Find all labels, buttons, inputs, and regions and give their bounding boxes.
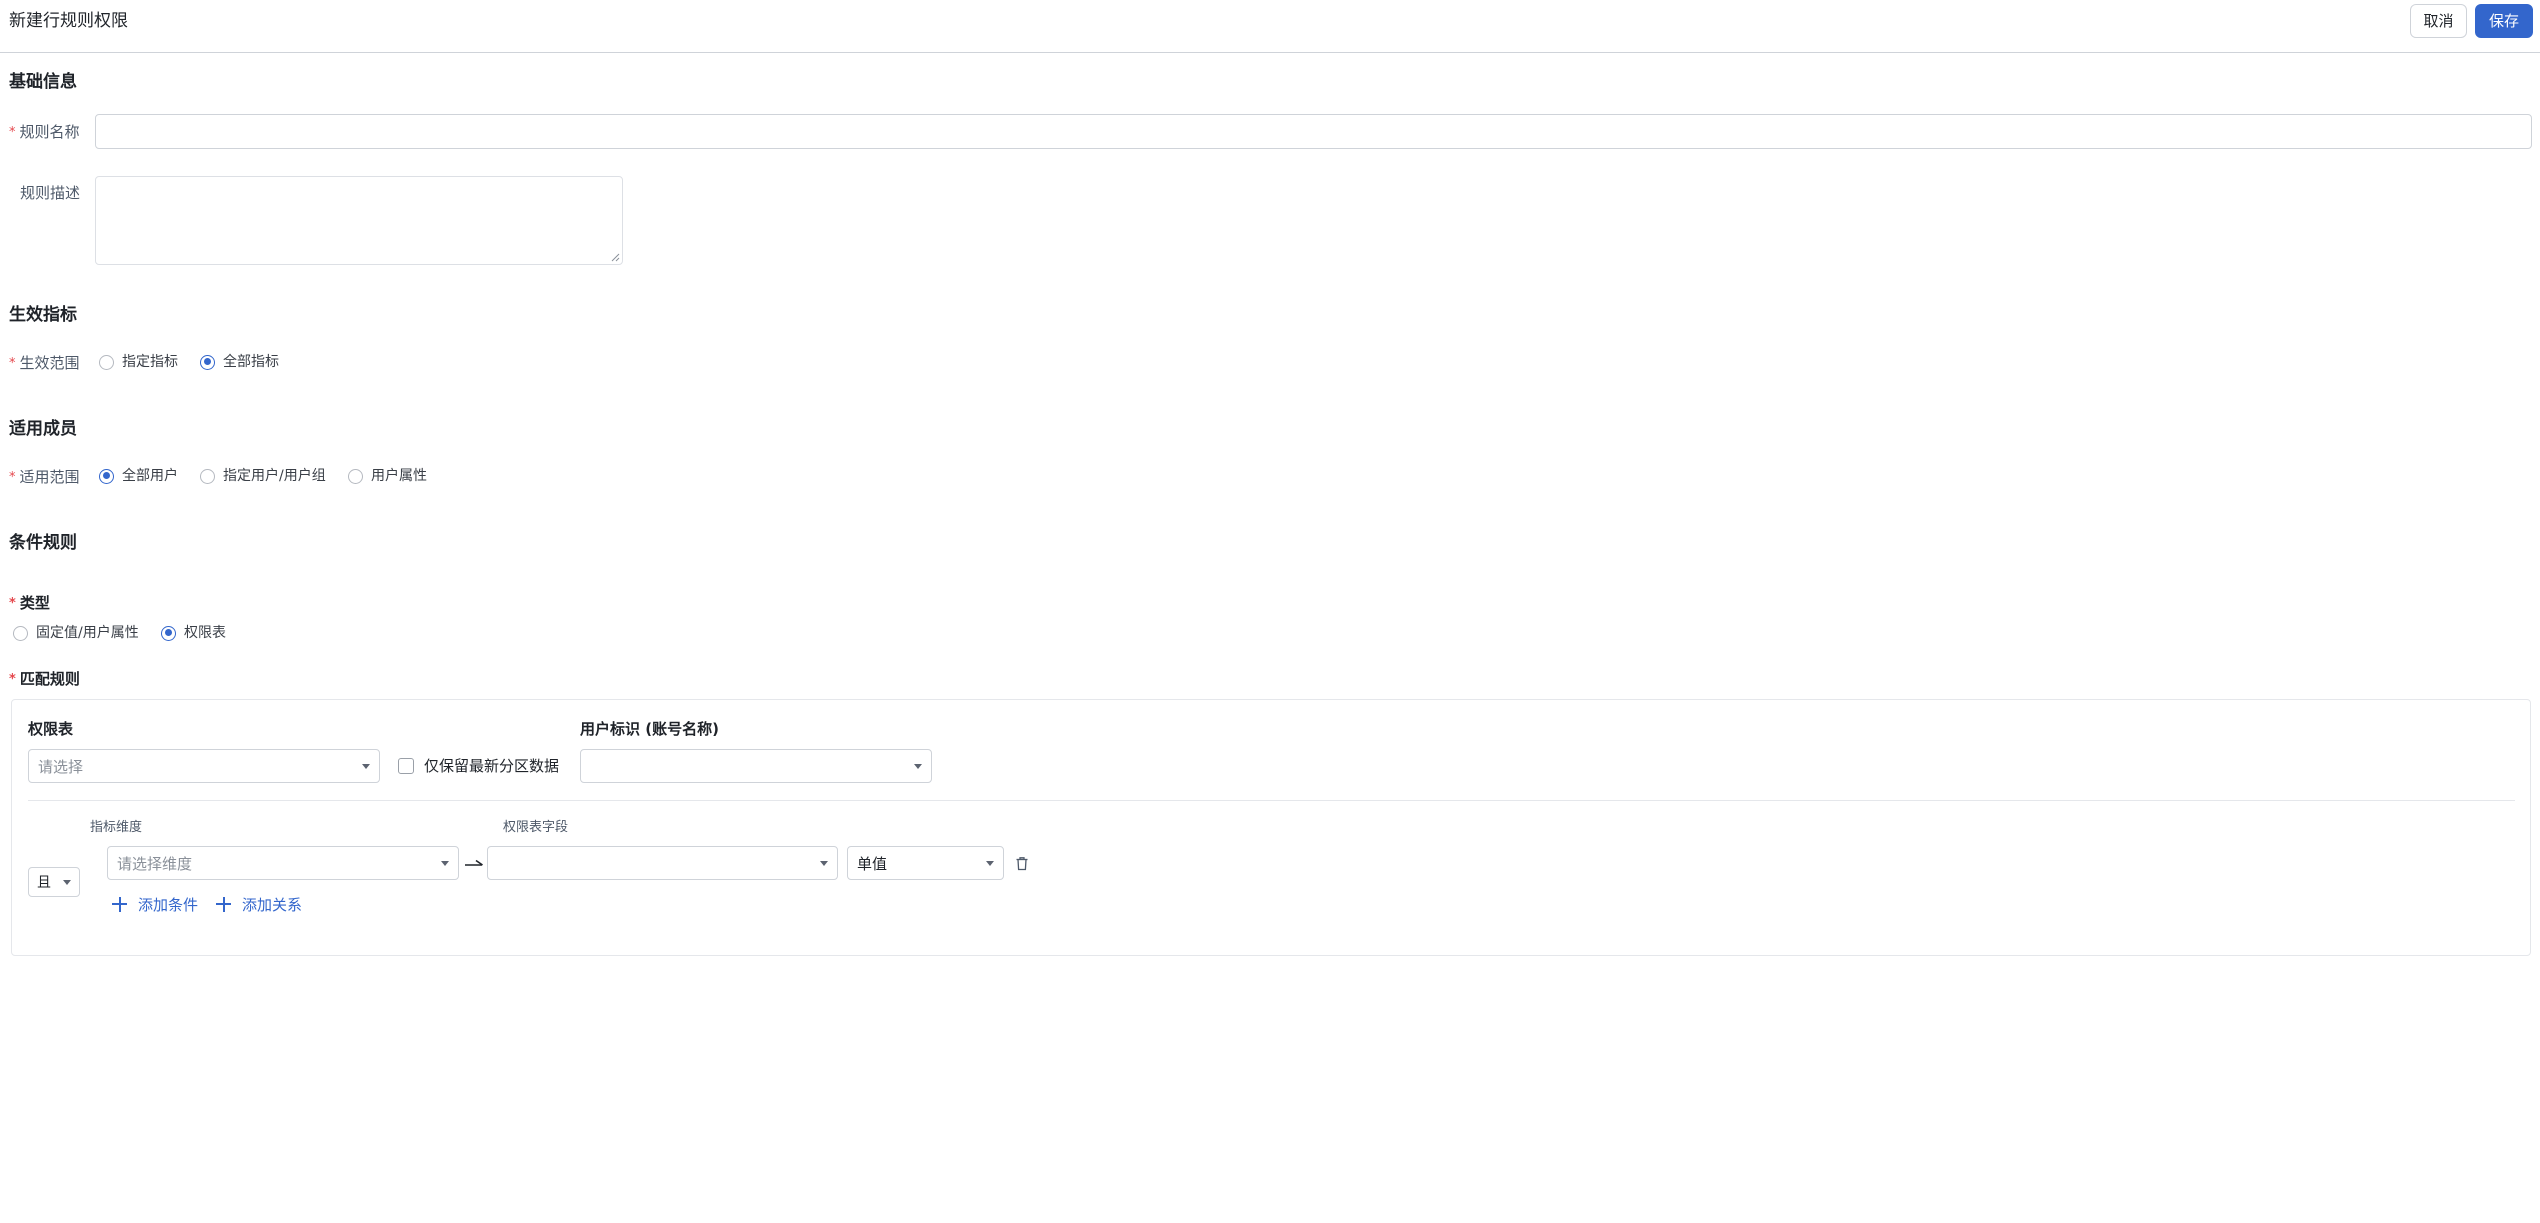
rule-name-label-text: 规则名称 — [19, 123, 80, 141]
radio-circle-checked[interactable] — [99, 468, 114, 484]
member-scope-label: * 适用范围 — [9, 467, 80, 488]
radio-specified-users[interactable]: 指定用户/用户组 — [200, 466, 326, 486]
logic-operator-select[interactable]: 且 — [28, 867, 80, 897]
caret-down-icon — [63, 880, 71, 885]
caret-down-icon — [362, 764, 370, 769]
required-mark: * — [9, 125, 16, 140]
plus-icon — [112, 896, 127, 912]
select-value: 且 — [37, 875, 51, 891]
dimension-column-header: 指标维度 — [90, 820, 143, 835]
section-title-effective-metrics: 生效指标 — [9, 305, 77, 325]
radio-circle[interactable] — [348, 468, 363, 484]
user-id-label: 用户标识 (账号名称) — [580, 720, 719, 738]
resize-grip-icon[interactable] — [611, 253, 620, 262]
user-id-select[interactable] — [580, 749, 932, 783]
add-condition-label: 添加条件 — [138, 895, 199, 914]
keep-latest-checkbox[interactable] — [398, 758, 414, 774]
divider — [28, 800, 2515, 801]
permission-field-select[interactable] — [487, 846, 838, 880]
effective-scope-label-text: 生效范围 — [19, 354, 80, 372]
page-header: 新建行规则权限 取消 保存 — [0, 0, 2540, 53]
section-title-basic-info: 基础信息 — [9, 72, 77, 92]
radio-circle[interactable] — [99, 354, 114, 370]
rule-name-label: * 规则名称 — [9, 122, 80, 143]
cancel-button[interactable]: 取消 — [2410, 4, 2467, 38]
page-title: 新建行规则权限 — [9, 11, 128, 31]
dimension-select[interactable]: 请选择维度 — [107, 846, 459, 880]
radio-circle[interactable] — [200, 468, 215, 484]
radio-label: 全部指标 — [223, 354, 279, 370]
radio-circle[interactable] — [13, 625, 28, 641]
radio-specified-metrics[interactable]: 指定指标 — [99, 352, 178, 372]
permission-table-label: 权限表 — [28, 720, 74, 738]
required-mark: * — [9, 356, 16, 371]
caret-down-icon — [986, 861, 994, 866]
save-button[interactable]: 保存 — [2475, 4, 2533, 38]
type-label: * 类型 — [9, 593, 50, 614]
select-placeholder: 请选择 — [38, 758, 84, 776]
plus-icon — [216, 896, 231, 912]
required-mark: * — [9, 470, 16, 485]
select-placeholder: 请选择维度 — [117, 855, 193, 873]
add-relation-label: 添加关系 — [242, 895, 303, 914]
radio-circle-checked[interactable] — [161, 625, 176, 641]
section-title-condition-rules: 条件规则 — [9, 533, 77, 553]
add-relation-button[interactable]: 添加关系 — [216, 893, 302, 915]
radio-label: 权限表 — [184, 625, 226, 641]
required-mark: * — [9, 596, 16, 611]
type-label-text: 类型 — [19, 594, 50, 612]
add-condition-button[interactable]: 添加条件 — [112, 893, 198, 915]
radio-all-metrics[interactable]: 全部指标 — [200, 352, 279, 372]
select-value: 单值 — [857, 855, 888, 873]
rule-desc-textarea[interactable] — [95, 176, 623, 265]
radio-label: 全部用户 — [122, 468, 178, 484]
rule-name-input[interactable] — [95, 114, 2532, 149]
required-mark: * — [9, 672, 16, 687]
value-type-select[interactable]: 单值 — [847, 846, 1004, 880]
radio-label: 指定用户/用户组 — [223, 468, 326, 484]
match-rule-panel — [11, 699, 2531, 956]
caret-down-icon — [820, 861, 828, 866]
member-scope-label-text: 适用范围 — [19, 468, 80, 486]
field-column-header: 权限表字段 — [503, 820, 569, 835]
radio-all-users[interactable]: 全部用户 — [99, 466, 178, 486]
trash-icon[interactable] — [1015, 856, 1029, 871]
radio-label: 用户属性 — [371, 468, 427, 484]
radio-label: 固定值/用户属性 — [36, 625, 139, 641]
arrow-right-icon — [465, 859, 483, 866]
keep-latest-label: 仅保留最新分区数据 — [424, 757, 560, 775]
radio-permission-table[interactable]: 权限表 — [161, 623, 226, 643]
effective-scope-label: * 生效范围 — [9, 353, 80, 374]
caret-down-icon — [441, 861, 449, 866]
radio-fixed-value[interactable]: 固定值/用户属性 — [13, 623, 139, 643]
radio-user-attributes[interactable]: 用户属性 — [348, 466, 427, 486]
match-rule-label-text: 匹配规则 — [19, 670, 80, 688]
section-title-members: 适用成员 — [9, 419, 77, 439]
rule-desc-label: 规则描述 — [20, 184, 81, 202]
caret-down-icon — [914, 764, 922, 769]
radio-label: 指定指标 — [122, 354, 178, 370]
radio-circle-checked[interactable] — [200, 354, 215, 370]
match-rule-label: * 匹配规则 — [9, 669, 80, 690]
permission-table-select[interactable]: 请选择 — [28, 749, 380, 783]
